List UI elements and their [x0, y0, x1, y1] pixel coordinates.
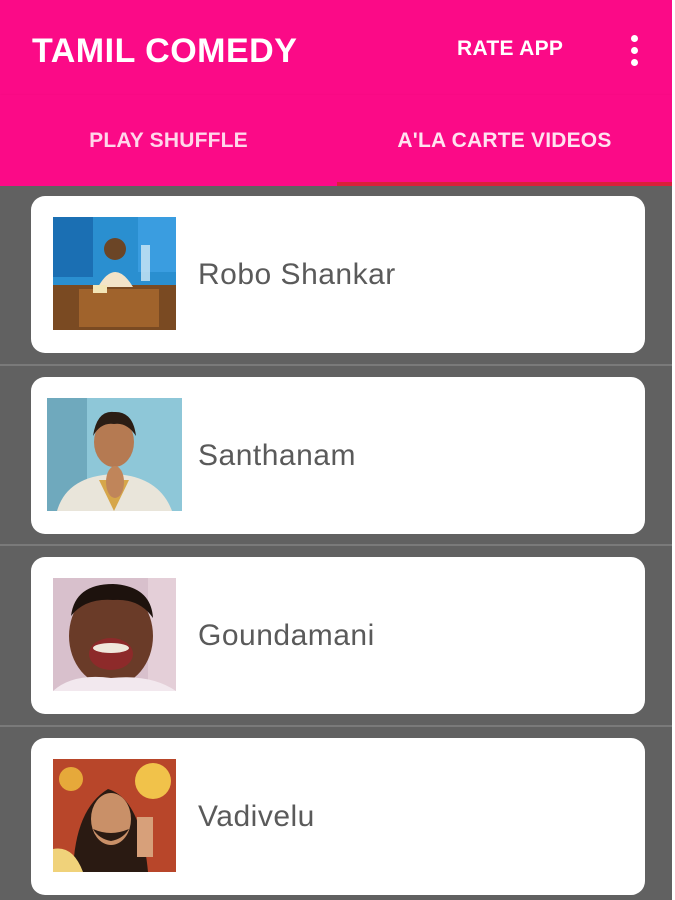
more-vert-icon[interactable]: [620, 28, 648, 72]
list-item-robo-shankar[interactable]: Robo Shankar: [31, 196, 645, 353]
thumbnail-vadivelu: [53, 759, 176, 872]
tab-bar: PLAY SHUFFLE A'LA CARTE VIDEOS: [0, 95, 672, 186]
list-item-goundamani[interactable]: Goundamani: [31, 557, 645, 714]
list-divider: [0, 544, 672, 546]
thumbnail-santhanam: [47, 398, 182, 511]
comedian-name: Robo Shankar: [198, 257, 396, 291]
list-item-santhanam[interactable]: Santhanam: [31, 377, 645, 534]
comedian-name: Santhanam: [198, 438, 356, 472]
list-divider: [0, 725, 672, 727]
top-app-bar: TAMIL COMEDY RATE APP: [0, 0, 672, 95]
list-divider: [0, 364, 672, 366]
tab-a-la-carte-videos[interactable]: A'LA CARTE VIDEOS: [337, 95, 672, 186]
rate-app-button[interactable]: RATE APP: [457, 34, 563, 64]
comedian-name: Vadivelu: [198, 799, 315, 833]
list-item-vadivelu[interactable]: Vadivelu: [31, 738, 645, 895]
tab-play-shuffle[interactable]: PLAY SHUFFLE: [0, 95, 337, 186]
app-title: TAMIL COMEDY: [32, 32, 298, 70]
comedian-name: Goundamani: [198, 618, 375, 652]
comedian-list[interactable]: Robo Shankar Santhanam Goundamani Vadive…: [0, 186, 672, 900]
app-screen: TAMIL COMEDY RATE APP PLAY SHUFFLE A'LA …: [0, 0, 675, 900]
thumbnail-robo-shankar: [53, 217, 176, 330]
thumbnail-goundamani: [53, 578, 176, 691]
